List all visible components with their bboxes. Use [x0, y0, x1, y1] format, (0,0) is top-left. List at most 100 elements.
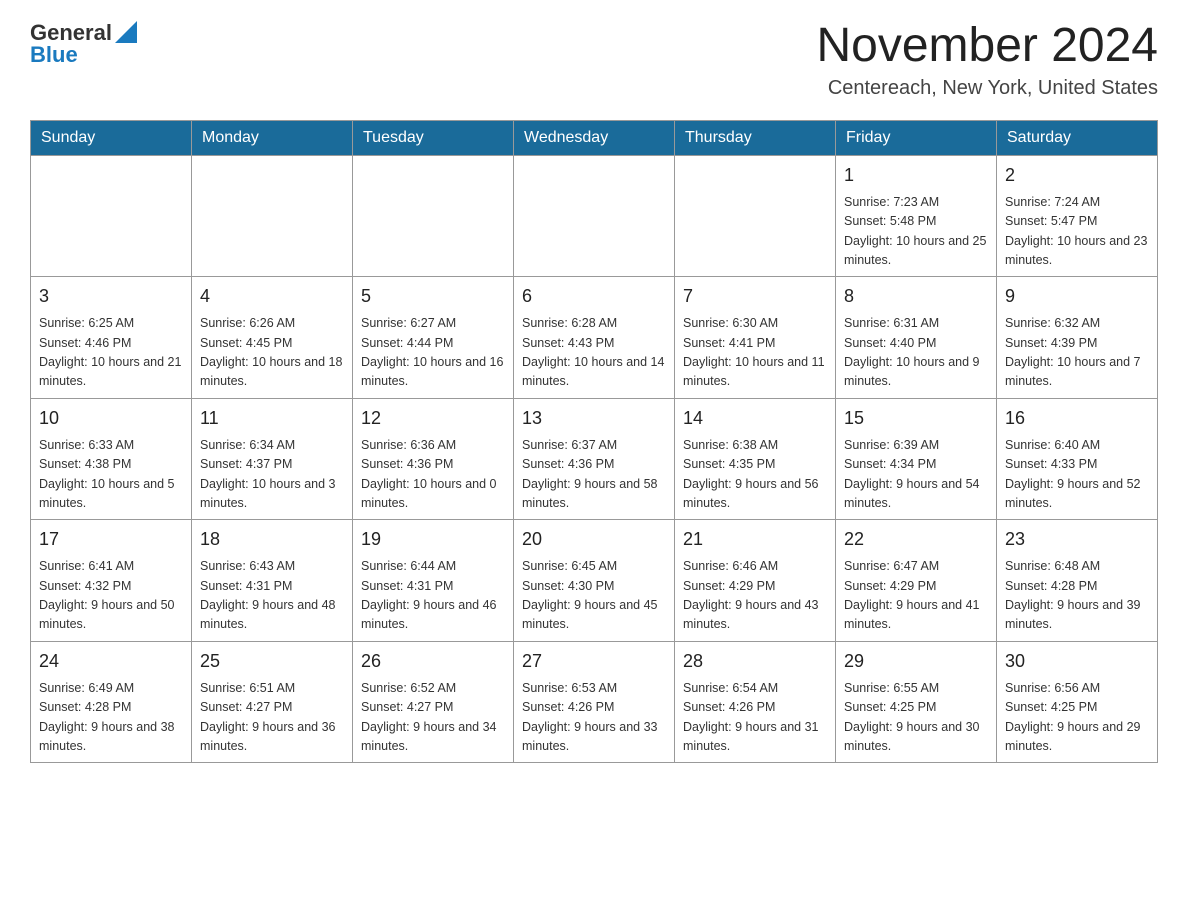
day-number: 12 — [361, 405, 505, 432]
logo-blue-text: Blue — [30, 42, 137, 68]
calendar-cell — [675, 155, 836, 277]
calendar-cell: 14 Sunrise: 6:38 AM Sunset: 4:35 PM Dayli… — [675, 398, 836, 520]
day-info: Sunrise: 6:32 AM Sunset: 4:39 PM Dayligh… — [1005, 314, 1149, 392]
column-header-thursday: Thursday — [675, 120, 836, 155]
day-info: Sunrise: 6:43 AM Sunset: 4:31 PM Dayligh… — [200, 557, 344, 635]
day-info: Sunrise: 7:23 AM Sunset: 5:48 PM Dayligh… — [844, 193, 988, 271]
day-number: 14 — [683, 405, 827, 432]
title-section: November 2024 Centereach, New York, Unit… — [816, 20, 1158, 100]
day-info: Sunrise: 6:53 AM Sunset: 4:26 PM Dayligh… — [522, 679, 666, 757]
calendar-week-row: 24Sunrise: 6:49 AM Sunset: 4:28 PM Dayli… — [31, 641, 1158, 763]
day-info: Sunrise: 6:36 AM Sunset: 4:36 PM Dayligh… — [361, 436, 505, 514]
day-number: 2 — [1005, 162, 1149, 189]
column-header-monday: Monday — [192, 120, 353, 155]
calendar-cell: 24Sunrise: 6:49 AM Sunset: 4:28 PM Dayli… — [31, 641, 192, 763]
day-number: 4 — [200, 283, 344, 310]
calendar-cell: 23Sunrise: 6:48 AM Sunset: 4:28 PM Dayli… — [997, 520, 1158, 642]
calendar-cell: 26Sunrise: 6:52 AM Sunset: 4:27 PM Dayli… — [353, 641, 514, 763]
day-number: 9 — [1005, 283, 1149, 310]
day-info: Sunrise: 6:37 AM Sunset: 4:36 PM Dayligh… — [522, 436, 666, 514]
calendar-cell: 16 Sunrise: 6:40 AM Sunset: 4:33 PM Dayli… — [997, 398, 1158, 520]
day-info: Sunrise: 7:24 AM Sunset: 5:47 PM Dayligh… — [1005, 193, 1149, 271]
day-number: 11 — [200, 405, 344, 432]
day-info: Sunrise: 6:38 AM Sunset: 4:35 PM Dayligh… — [683, 436, 827, 514]
calendar-week-row: 10Sunrise: 6:33 AM Sunset: 4:38 PM Dayli… — [31, 398, 1158, 520]
calendar-cell: 15 Sunrise: 6:39 AM Sunset: 4:34 PM Dayli… — [836, 398, 997, 520]
day-info: Sunrise: 6:44 AM Sunset: 4:31 PM Dayligh… — [361, 557, 505, 635]
day-info: Sunrise: 6:55 AM Sunset: 4:25 PM Dayligh… — [844, 679, 988, 757]
column-header-wednesday: Wednesday — [514, 120, 675, 155]
column-header-saturday: Saturday — [997, 120, 1158, 155]
calendar-cell: 5 Sunrise: 6:27 AM Sunset: 4:44 PM Daylig… — [353, 277, 514, 399]
day-number: 21 — [683, 526, 827, 553]
day-number: 27 — [522, 648, 666, 675]
calendar-cell — [192, 155, 353, 277]
page-header: General Blue November 2024 Centereach, N… — [30, 20, 1158, 100]
day-number: 13 — [522, 405, 666, 432]
day-number: 3 — [39, 283, 183, 310]
calendar-cell: 2 Sunrise: 7:24 AM Sunset: 5:47 PM Daylig… — [997, 155, 1158, 277]
day-number: 8 — [844, 283, 988, 310]
day-info: Sunrise: 6:31 AM Sunset: 4:40 PM Dayligh… — [844, 314, 988, 392]
day-number: 24 — [39, 648, 183, 675]
calendar-week-row: 1 Sunrise: 7:23 AM Sunset: 5:48 PM Daylig… — [31, 155, 1158, 277]
day-info: Sunrise: 6:25 AM Sunset: 4:46 PM Dayligh… — [39, 314, 183, 392]
calendar-cell — [353, 155, 514, 277]
day-number: 5 — [361, 283, 505, 310]
day-number: 6 — [522, 283, 666, 310]
day-number: 29 — [844, 648, 988, 675]
day-number: 17 — [39, 526, 183, 553]
day-number: 18 — [200, 526, 344, 553]
logo-triangle-icon — [115, 21, 137, 43]
calendar-cell: 28Sunrise: 6:54 AM Sunset: 4:26 PM Dayli… — [675, 641, 836, 763]
day-number: 20 — [522, 526, 666, 553]
calendar-cell: 27 Sunrise: 6:53 AM Sunset: 4:26 PM Dayli… — [514, 641, 675, 763]
day-number: 26 — [361, 648, 505, 675]
calendar-cell: 25 Sunrise: 6:51 AM Sunset: 4:27 PM Dayli… — [192, 641, 353, 763]
day-info: Sunrise: 6:51 AM Sunset: 4:27 PM Dayligh… — [200, 679, 344, 757]
calendar-table: SundayMondayTuesdayWednesdayThursdayFrid… — [30, 120, 1158, 764]
day-number: 30 — [1005, 648, 1149, 675]
day-info: Sunrise: 6:34 AM Sunset: 4:37 PM Dayligh… — [200, 436, 344, 514]
calendar-cell: 3 Sunrise: 6:25 AM Sunset: 4:46 PM Daylig… — [31, 277, 192, 399]
day-number: 10 — [39, 405, 183, 432]
location-subtitle: Centereach, New York, United States — [816, 77, 1158, 100]
day-number: 25 — [200, 648, 344, 675]
calendar-week-row: 17 Sunrise: 6:41 AM Sunset: 4:32 PM Dayli… — [31, 520, 1158, 642]
calendar-cell: 17 Sunrise: 6:41 AM Sunset: 4:32 PM Dayli… — [31, 520, 192, 642]
day-info: Sunrise: 6:41 AM Sunset: 4:32 PM Dayligh… — [39, 557, 183, 635]
calendar-cell: 19 Sunrise: 6:44 AM Sunset: 4:31 PM Dayli… — [353, 520, 514, 642]
day-number: 23 — [1005, 526, 1149, 553]
day-info: Sunrise: 6:45 AM Sunset: 4:30 PM Dayligh… — [522, 557, 666, 635]
day-number: 28 — [683, 648, 827, 675]
day-number: 16 — [1005, 405, 1149, 432]
calendar-cell: 4 Sunrise: 6:26 AM Sunset: 4:45 PM Daylig… — [192, 277, 353, 399]
day-info: Sunrise: 6:46 AM Sunset: 4:29 PM Dayligh… — [683, 557, 827, 635]
calendar-cell: 13 Sunrise: 6:37 AM Sunset: 4:36 PM Dayli… — [514, 398, 675, 520]
calendar-cell: 20 Sunrise: 6:45 AM Sunset: 4:30 PM Dayli… — [514, 520, 675, 642]
day-number: 22 — [844, 526, 988, 553]
calendar-cell: 7Sunrise: 6:30 AM Sunset: 4:41 PM Daylig… — [675, 277, 836, 399]
day-number: 7 — [683, 283, 827, 310]
day-info: Sunrise: 6:39 AM Sunset: 4:34 PM Dayligh… — [844, 436, 988, 514]
calendar-cell — [514, 155, 675, 277]
calendar-header-row: SundayMondayTuesdayWednesdayThursdayFrid… — [31, 120, 1158, 155]
calendar-cell: 29 Sunrise: 6:55 AM Sunset: 4:25 PM Dayli… — [836, 641, 997, 763]
month-title: November 2024 — [816, 20, 1158, 73]
day-number: 19 — [361, 526, 505, 553]
day-info: Sunrise: 6:26 AM Sunset: 4:45 PM Dayligh… — [200, 314, 344, 392]
calendar-cell: 11 Sunrise: 6:34 AM Sunset: 4:37 PM Dayli… — [192, 398, 353, 520]
calendar-cell: 8 Sunrise: 6:31 AM Sunset: 4:40 PM Daylig… — [836, 277, 997, 399]
day-number: 1 — [844, 162, 988, 189]
calendar-cell: 22Sunrise: 6:47 AM Sunset: 4:29 PM Dayli… — [836, 520, 997, 642]
calendar-cell: 9 Sunrise: 6:32 AM Sunset: 4:39 PM Daylig… — [997, 277, 1158, 399]
day-number: 15 — [844, 405, 988, 432]
day-info: Sunrise: 6:28 AM Sunset: 4:43 PM Dayligh… — [522, 314, 666, 392]
calendar-cell: 30 Sunrise: 6:56 AM Sunset: 4:25 PM Dayli… — [997, 641, 1158, 763]
day-info: Sunrise: 6:56 AM Sunset: 4:25 PM Dayligh… — [1005, 679, 1149, 757]
day-info: Sunrise: 6:27 AM Sunset: 4:44 PM Dayligh… — [361, 314, 505, 392]
day-info: Sunrise: 6:40 AM Sunset: 4:33 PM Dayligh… — [1005, 436, 1149, 514]
column-header-sunday: Sunday — [31, 120, 192, 155]
column-header-friday: Friday — [836, 120, 997, 155]
column-header-tuesday: Tuesday — [353, 120, 514, 155]
